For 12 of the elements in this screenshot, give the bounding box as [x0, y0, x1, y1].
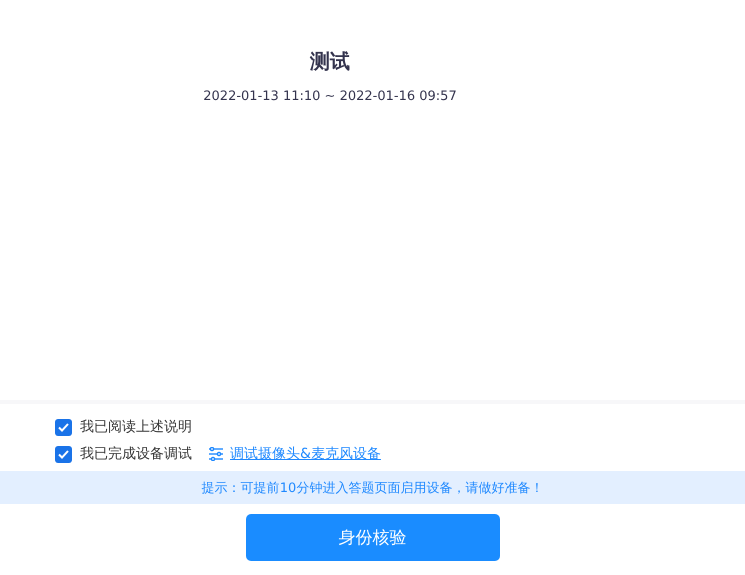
sliders-icon [208, 447, 224, 461]
verify-identity-button[interactable]: 身份核验 [246, 514, 500, 561]
checkmark-icon [58, 422, 69, 432]
checkbox[interactable] [55, 418, 72, 436]
device-test-link[interactable]: 调试摄像头&麦克风设备 [208, 445, 381, 463]
checkbox-label: 我已阅读上述说明 [80, 418, 192, 436]
checkbox-label: 我已完成设备调试 [80, 445, 192, 463]
exam-time-range: 2022-01-13 11:10 ~ 2022-01-16 09:57 [203, 89, 457, 104]
checkmark-icon [58, 450, 69, 458]
checkbox[interactable] [55, 446, 72, 462]
tip-banner: 提示：可提前10分钟进入答题页面启用设备，请做好准备！ [0, 471, 745, 504]
exam-title: 测试 [310, 48, 350, 75]
